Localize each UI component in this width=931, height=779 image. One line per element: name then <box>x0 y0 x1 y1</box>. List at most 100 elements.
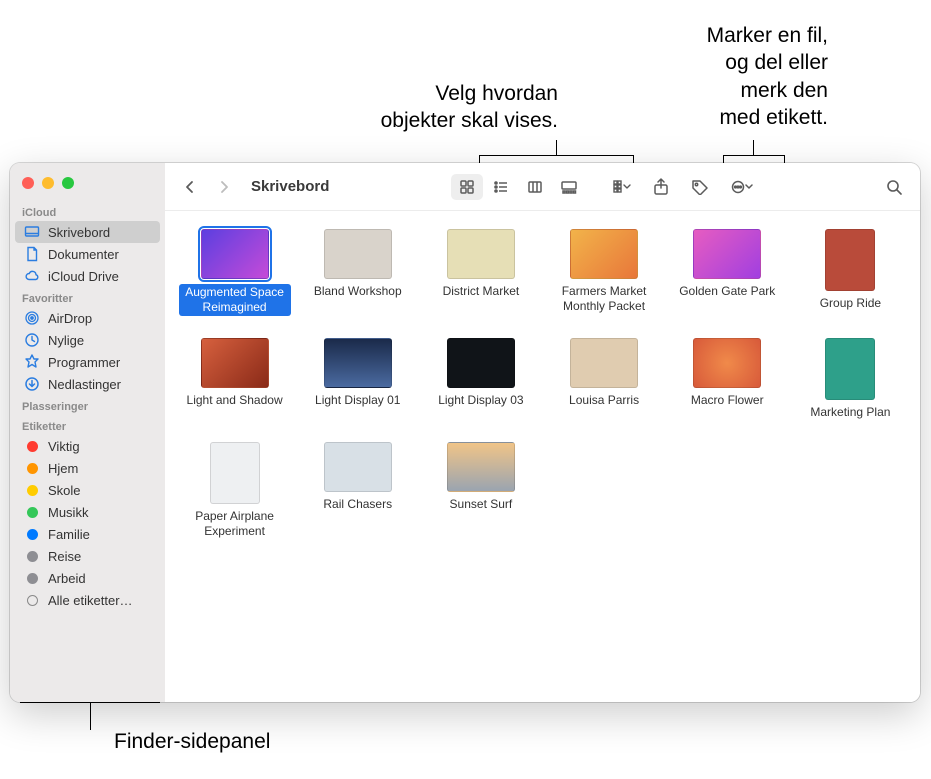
file-item[interactable]: Light and Shadow <box>177 338 292 420</box>
sidebar-item[interactable]: iCloud Drive <box>10 265 165 287</box>
airdrop-icon <box>24 310 40 326</box>
sidebar-item[interactable]: AirDrop <box>10 307 165 329</box>
finder-sidebar: iCloudSkrivebord Dokumenter iCloud Drive Fa… <box>10 163 165 702</box>
tag-icon <box>24 460 40 476</box>
sidebar-section-header: Favoritter <box>10 287 165 307</box>
gallery-view-button[interactable] <box>553 174 585 200</box>
file-item[interactable]: District Market <box>423 229 538 316</box>
file-item[interactable]: Light Display 03 <box>423 338 538 420</box>
file-label: Golden Gate Park <box>679 284 775 299</box>
alltags-icon <box>24 592 40 608</box>
file-label: Bland Workshop <box>314 284 402 299</box>
column-view-button[interactable] <box>519 174 551 200</box>
sidebar-item[interactable]: Nedlastinger <box>10 373 165 395</box>
file-label: Farmers Market Monthly Packet <box>548 284 660 314</box>
file-thumbnail <box>324 229 392 279</box>
list-view-button[interactable] <box>485 174 517 200</box>
file-item[interactable]: Louisa Parris <box>546 338 661 420</box>
close-window-button[interactable] <box>22 177 34 189</box>
doc-icon <box>24 246 40 262</box>
finder-toolbar: Skrivebord <box>165 163 920 211</box>
forward-button[interactable] <box>211 176 237 198</box>
file-item[interactable]: Rail Chasers <box>300 442 415 539</box>
file-label: Group Ride <box>820 296 881 311</box>
file-label: Marketing Plan <box>810 405 890 420</box>
sidebar-item[interactable]: Musikk <box>10 501 165 523</box>
sidebar-item-label: Alle etiketter… <box>48 593 133 608</box>
sidebar-item[interactable]: Nylige <box>10 329 165 351</box>
sidebar-section-header: iCloud <box>10 201 165 221</box>
file-thumbnail <box>324 338 392 388</box>
sidebar-item[interactable]: Alle etiketter… <box>10 589 165 611</box>
sidebar-item-label: Nylige <box>48 333 84 348</box>
file-item[interactable]: Golden Gate Park <box>670 229 785 316</box>
file-thumbnail <box>825 229 875 291</box>
back-button[interactable] <box>177 176 203 198</box>
file-label: District Market <box>443 284 520 299</box>
file-item[interactable]: Bland Workshop <box>300 229 415 316</box>
file-thumbnail <box>201 229 269 279</box>
sidebar-item[interactable]: Programmer <box>10 351 165 373</box>
finder-window: iCloudSkrivebordDokumenteriCloud DriveFa… <box>10 163 920 702</box>
window-controls <box>10 173 165 201</box>
group-by-button[interactable] <box>607 175 637 199</box>
file-thumbnail <box>201 338 269 388</box>
file-grid-area: Augmented Space Reimagined Bland Workshop… <box>165 211 920 702</box>
sidebar-section-header: Etiketter <box>10 415 165 435</box>
tag-icon <box>24 570 40 586</box>
file-item[interactable]: Sunset Surf <box>423 442 538 539</box>
file-thumbnail <box>570 229 638 279</box>
file-item[interactable]: Macro Flower <box>670 338 785 420</box>
sidebar-item[interactable]: Viktig <box>10 435 165 457</box>
file-item[interactable]: Light Display 01 <box>300 338 415 420</box>
callout-view-options: Velg hvordan objekter skal vises. <box>288 80 558 135</box>
zoom-window-button[interactable] <box>62 177 74 189</box>
file-label: Rail Chasers <box>323 497 392 512</box>
download-icon <box>24 376 40 392</box>
file-item[interactable]: Group Ride <box>793 229 908 316</box>
file-item[interactable]: Augmented Space Reimagined <box>177 229 292 316</box>
sidebar-item[interactable]: Hjem <box>10 457 165 479</box>
file-item[interactable]: Paper Airplane Experiment <box>177 442 292 539</box>
file-thumbnail <box>210 442 260 504</box>
finder-main: Skrivebord <box>165 163 920 702</box>
file-label: Paper Airplane Experiment <box>179 509 291 539</box>
tag-icon <box>24 482 40 498</box>
more-actions-button[interactable] <box>725 175 759 199</box>
sidebar-item[interactable]: Arbeid <box>10 567 165 589</box>
share-button[interactable] <box>647 174 675 200</box>
sidebar-item-label: Dokumenter <box>48 247 119 262</box>
file-item[interactable]: Farmers Market Monthly Packet <box>546 229 661 316</box>
file-label: Light and Shadow <box>187 393 283 408</box>
file-thumbnail <box>447 229 515 279</box>
cloud-icon <box>24 268 40 284</box>
file-item[interactable]: Marketing Plan <box>793 338 908 420</box>
callout-share-tag: Marker en fil, og del eller merk den med… <box>578 22 828 131</box>
sidebar-item[interactable]: Familie <box>10 523 165 545</box>
sidebar-item[interactable]: Skole <box>10 479 165 501</box>
sidebar-item-label: Familie <box>48 527 90 542</box>
view-switcher <box>451 174 585 200</box>
file-thumbnail <box>693 229 761 279</box>
tag-icon <box>24 504 40 520</box>
clock-icon <box>24 332 40 348</box>
tag-icon <box>24 548 40 564</box>
sidebar-item[interactable]: Dokumenter <box>10 243 165 265</box>
icon-view-button[interactable] <box>451 174 483 200</box>
tags-button[interactable] <box>685 175 715 199</box>
file-label: Sunset Surf <box>450 497 513 512</box>
sidebar-item-label: iCloud Drive <box>48 269 119 284</box>
sidebar-item-label: Reise <box>48 549 81 564</box>
search-button[interactable] <box>880 175 908 199</box>
minimize-window-button[interactable] <box>42 177 54 189</box>
sidebar-item-label: Nedlastinger <box>48 377 121 392</box>
sidebar-item[interactable]: Skrivebord <box>15 221 160 243</box>
tag-icon <box>24 526 40 542</box>
file-thumbnail <box>693 338 761 388</box>
sidebar-item[interactable]: Reise <box>10 545 165 567</box>
tag-icon <box>24 438 40 454</box>
window-title: Skrivebord <box>251 178 329 195</box>
file-label: Light Display 01 <box>315 393 400 408</box>
file-thumbnail <box>825 338 875 400</box>
sidebar-section-header: Plasseringer <box>10 395 165 415</box>
